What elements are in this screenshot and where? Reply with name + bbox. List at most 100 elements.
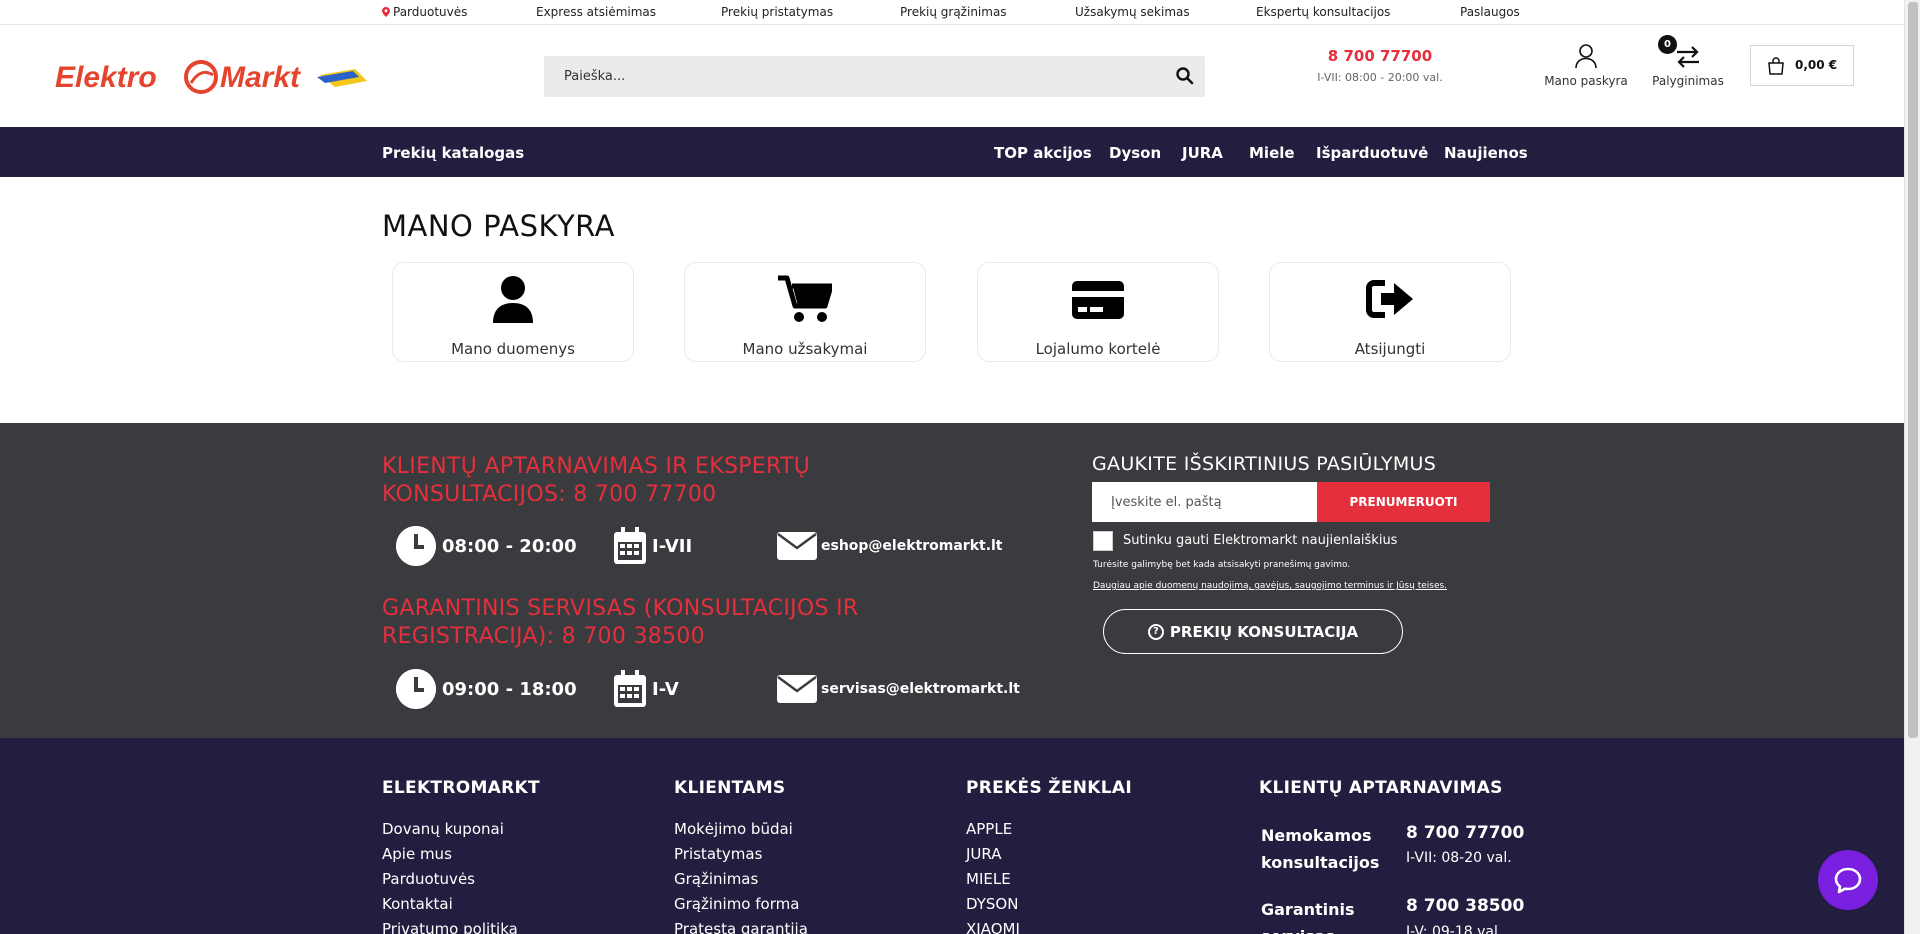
topbar-link-returns[interactable]: Prekių grąžinimas: [900, 5, 1007, 19]
vertical-scrollbar[interactable]: [1904, 0, 1920, 934]
compare-arrows-icon: [1677, 46, 1699, 68]
warranty-service-hours: I-V: 09-18 val.: [1406, 924, 1503, 934]
customer-hours-text: 08:00 - 20:00: [442, 535, 577, 557]
newsletter-consent-label: Sutinku gauti Elektromarkt naujienlaiški…: [1123, 533, 1398, 548]
tile-label: Mano užsakymai: [742, 340, 868, 358]
compare-link[interactable]: 0 Palyginimas: [1648, 35, 1728, 88]
footer-link[interactable]: Mokėjimo būdai: [674, 817, 808, 842]
calendar-icon: [614, 527, 646, 564]
footer-link[interactable]: Pratęsta garantija: [674, 917, 808, 934]
calendar-icon: [614, 670, 646, 707]
footer-link[interactable]: Kontaktai: [382, 892, 540, 917]
footer-col-title: KLIENTŲ APTARNAVIMAS: [1259, 778, 1503, 798]
product-consultation-button[interactable]: ? PREKIŲ KONSULTACIJA: [1103, 609, 1403, 654]
tile-label: Mano duomenys: [451, 340, 575, 358]
question-circle-icon: ?: [1147, 623, 1164, 640]
service-days: I-V: [612, 669, 679, 709]
footer-link[interactable]: Dovanų kuponai: [382, 817, 540, 842]
newsletter-title: GAUKITE IŠSKIRTINIUS PASIŪLYMUS: [1092, 453, 1437, 475]
consult-label: PREKIŲ KONSULTACIJA: [1169, 622, 1359, 641]
topbar-link-services[interactable]: Paslaugos: [1460, 5, 1520, 19]
main-nav: Prekių katalogas TOP akcijos Dyson JURA …: [0, 127, 1904, 177]
footer-link[interactable]: MIELE: [966, 867, 1132, 892]
footer-link[interactable]: Parduotuvės: [382, 867, 540, 892]
warranty-service-heading: GARANTINIS SERVISAS (KONSULTACIJOS IR RE…: [382, 595, 858, 651]
chat-bubble-icon: [1834, 867, 1862, 894]
label-line: konsultacijos: [1261, 853, 1380, 872]
compare-label: Palyginimas: [1652, 74, 1724, 88]
customer-email-text: eshop@elektromarkt.lt: [821, 538, 1003, 554]
footer-link[interactable]: Grąžinimas: [674, 867, 808, 892]
warranty-service-label: Garantinis servisas: [1261, 896, 1355, 934]
cart-icon: [778, 275, 832, 322]
phone-number[interactable]: 8 700 77700: [1300, 47, 1460, 65]
footer-link[interactable]: Pristatymas: [674, 842, 808, 867]
top-utility-bar: Parduotuvės Express atsiėmimas Prekių pr…: [0, 0, 1904, 25]
subscribe-button[interactable]: PRENUMERUOTI: [1317, 482, 1490, 522]
customer-email[interactable]: eshop@elektromarkt.lt: [776, 526, 1003, 566]
user-outline-icon: [1575, 44, 1597, 69]
footer-col-customers: KLIENTAMS Mokėjimo būdai Pristatymas Grą…: [674, 778, 808, 934]
nav-sale[interactable]: Išparduotuvė: [1316, 144, 1428, 162]
service-days-text: I-V: [652, 678, 679, 700]
customer-days-text: I-VII: [652, 535, 693, 557]
customer-hours: 08:00 - 20:00: [396, 526, 577, 566]
shopping-bag-icon: [1768, 57, 1784, 75]
search-input[interactable]: [544, 56, 1144, 97]
topbar-link-express[interactable]: Express atsiėmimas: [536, 5, 656, 19]
footer-link[interactable]: XIAOMI: [966, 917, 1132, 934]
nav-news[interactable]: Naujienos: [1444, 144, 1528, 162]
footer-link[interactable]: JURA: [966, 842, 1132, 867]
header-phone: 8 700 77700 I-VII: 08:00 - 20:00 val.: [1300, 47, 1460, 84]
nav-jura[interactable]: JURA: [1182, 144, 1223, 162]
free-consult-hours: I-VII: 08-20 val.: [1406, 850, 1512, 866]
topbar-link-expert-consult[interactable]: Ekspertų konsultacijos: [1256, 5, 1390, 19]
account-label: Mano paskyra: [1544, 74, 1628, 88]
free-consult-phone[interactable]: 8 700 77700: [1406, 820, 1524, 847]
footer-link[interactable]: APPLE: [966, 817, 1132, 842]
tile-logout[interactable]: Atsijungti: [1269, 262, 1511, 362]
phone-hours: I-VII: 08:00 - 20:00 val.: [1317, 71, 1443, 84]
clock-icon: [396, 526, 436, 566]
footer-col-title: PREKĖS ŽENKLAI: [966, 778, 1132, 798]
footer-link[interactable]: DYSON: [966, 892, 1132, 917]
footer-link[interactable]: Privatumo politika: [382, 917, 540, 934]
cart-button[interactable]: 0,00 €: [1750, 45, 1854, 86]
newsletter-consent-checkbox[interactable]: [1093, 531, 1113, 551]
compare-count-badge: 0: [1658, 35, 1677, 54]
elektromarkt-logo[interactable]: Elektro Markt: [55, 53, 370, 103]
nav-catalog[interactable]: Prekių katalogas: [382, 144, 524, 162]
topbar-link-order-tracking[interactable]: Užsakymų sekimas: [1075, 5, 1190, 19]
page: Parduotuvės Express atsiėmimas Prekių pr…: [0, 0, 1904, 934]
footer-col-customer-service: KLIENTŲ APTARNAVIMAS: [1259, 778, 1503, 817]
topbar-link-stores[interactable]: Parduotuvės: [382, 5, 467, 19]
scrollbar-thumb[interactable]: [1908, 2, 1918, 738]
map-pin-icon: [382, 7, 390, 17]
tile-loyalty-card[interactable]: Lojalumo kortelė: [977, 262, 1219, 362]
search-icon[interactable]: [1175, 66, 1195, 86]
svg-text:Markt: Markt: [220, 61, 302, 94]
newsletter-email-input[interactable]: [1092, 482, 1317, 522]
nav-miele[interactable]: Miele: [1249, 144, 1295, 162]
service-email[interactable]: servisas@elektromarkt.lt: [776, 669, 1020, 709]
tile-my-orders[interactable]: Mano užsakymai: [684, 262, 926, 362]
nav-dyson[interactable]: Dyson: [1109, 144, 1161, 162]
warranty-service-phone[interactable]: 8 700 38500: [1406, 893, 1524, 920]
newsletter-note: Turėsite galimybę bet kada atsisakyti pr…: [1093, 560, 1351, 570]
nav-top-deals[interactable]: TOP akcijos: [994, 144, 1092, 162]
tile-my-data[interactable]: Mano duomenys: [392, 262, 634, 362]
site-header: Elektro Markt 8 700 77700 I-VII: 08:00 -…: [0, 25, 1904, 127]
topbar-link-delivery[interactable]: Prekių pristatymas: [721, 5, 833, 19]
privacy-link[interactable]: Daugiau apie duomenų naudojimą, gavėjus,…: [1093, 581, 1447, 591]
footer-link[interactable]: Apie mus: [382, 842, 540, 867]
footer-link[interactable]: Grąžinimo forma: [674, 892, 808, 917]
search-bar: [544, 56, 1205, 97]
label-line: servisas: [1261, 923, 1355, 934]
footer-col-title: KLIENTAMS: [674, 778, 786, 798]
contact-band: KLIENTŲ APTARNAVIMAS IR EKSPERTŲ KONSULT…: [0, 423, 1904, 738]
chat-widget-button[interactable]: [1818, 850, 1878, 910]
envelope-icon: [777, 532, 817, 560]
footer-col-elektromarkt: ELEKTROMARKT Dovanų kuponai Apie mus Par…: [382, 778, 540, 934]
site-footer: ELEKTROMARKT Dovanų kuponai Apie mus Par…: [0, 738, 1904, 934]
account-link[interactable]: Mano paskyra: [1543, 43, 1629, 88]
